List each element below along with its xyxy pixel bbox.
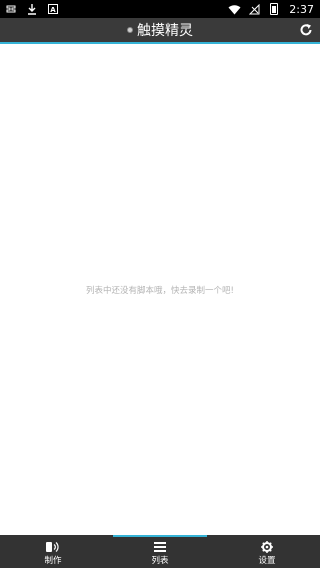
status-bar: A 2:37 [0,0,320,18]
wifi-icon [227,2,241,16]
status-bar-left-icons: A [4,2,60,16]
status-bar-right-icons: 2:37 [227,2,314,16]
app-title: 触摸精灵 [137,23,193,39]
make-icon [45,541,61,553]
battery-charging-icon [267,2,281,16]
bottom-tab-bar: 制作 列表 设置 [0,535,320,568]
status-time: 2:37 [289,2,314,16]
bug-icon [4,2,18,16]
tab-list-label: 列表 [151,555,169,566]
download-icon [25,2,39,16]
refresh-icon [300,24,312,36]
no-signal-icon [247,2,261,16]
tab-settings-label: 设置 [258,555,276,566]
a-box-icon: A [46,2,60,16]
refresh-button[interactable] [298,22,314,38]
app-title-wrap: 触摸精灵 [0,18,320,42]
app-dot-icon [127,27,133,33]
tab-make-label: 制作 [44,555,62,566]
tab-settings[interactable]: 设置 [214,535,320,568]
gear-icon [261,540,273,553]
list-icon [154,541,166,553]
tab-make[interactable]: 制作 [0,535,106,568]
empty-list-message: 列表中还没有脚本哦，快去录制一个吧! [86,286,234,296]
app-bar: 触摸精灵 [0,18,320,44]
tab-list[interactable]: 列表 [107,535,213,568]
